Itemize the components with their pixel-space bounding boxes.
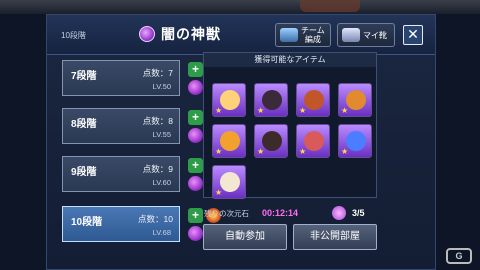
my-shoes-button[interactable]: マイ靴: [337, 23, 395, 47]
star-icon: ★: [299, 147, 307, 156]
current-tier-tag: 10段階: [61, 31, 86, 40]
rewards-box: 獲得可能なアイテム ★ ★ ★ ★ ★ ★ ★ ★ ★: [203, 52, 377, 199]
private-room-button[interactable]: 非公開部屋: [293, 224, 377, 250]
dark-element-icon: [188, 80, 203, 95]
panel-header: 10段階 闇の神獣 チーム 編成 マイ靴 ✕: [47, 15, 435, 55]
dark-element-icon: [188, 176, 203, 191]
tier-card[interactable]: 7段階 点数：7 LV.50: [62, 60, 180, 96]
add-party-icon[interactable]: +: [188, 158, 203, 173]
close-button[interactable]: ✕: [403, 25, 423, 45]
team-formation-button[interactable]: チーム 編成: [275, 23, 331, 47]
my-shoes-label: マイ靴: [363, 30, 387, 40]
reward-item[interactable]: ★: [212, 83, 246, 117]
reward-item[interactable]: ★: [254, 83, 288, 117]
top-decoration: [300, 0, 360, 12]
tier-name: 7段階: [71, 71, 97, 82]
dark-armor-icon: [262, 90, 282, 110]
dimension-stone-icon: [332, 206, 346, 220]
food-bowl-icon: [220, 131, 240, 151]
dark-element-icon: [188, 226, 203, 241]
rewards-grid: ★ ★ ★ ★ ★ ★ ★ ★ ★: [212, 83, 372, 199]
star-icon: ★: [257, 147, 265, 156]
dark-orb-icon: [139, 26, 155, 42]
character-icon: [220, 90, 240, 110]
tier-name: 8段階: [71, 119, 97, 130]
star-icon: ★: [257, 106, 265, 115]
star-icon: ★: [215, 147, 223, 156]
watermark-logo: G: [446, 248, 472, 264]
staff-icon: [304, 90, 324, 110]
tier-points: 点数：8: [142, 116, 173, 126]
tier-points: 点数：9: [142, 164, 173, 174]
add-party-icon[interactable]: +: [188, 62, 203, 77]
time-value: 00:12:14: [262, 208, 299, 218]
tier-level: LV.55: [152, 130, 171, 139]
tier-level: LV.60: [152, 178, 171, 187]
reward-item[interactable]: ★: [212, 165, 246, 199]
reward-item[interactable]: ★: [338, 83, 372, 117]
stone-count: 3/5: [352, 208, 365, 218]
page-title: 闇の神獣: [161, 26, 221, 42]
reward-item[interactable]: ★: [296, 124, 330, 158]
star-icon: ★: [215, 106, 223, 115]
reward-item[interactable]: ★: [254, 124, 288, 158]
pet-icon: [220, 172, 240, 192]
star-icon: ★: [341, 147, 349, 156]
star-icon: ★: [341, 106, 349, 115]
rewards-heading: 獲得可能なアイテム: [204, 53, 376, 67]
tier-points: 点数：7: [142, 68, 173, 78]
auto-join-button[interactable]: 自動参加: [203, 224, 287, 250]
tier-points: 点数：10: [138, 214, 173, 224]
tier-card[interactable]: 10段階 点数：10 LV.68: [62, 206, 180, 242]
dark-gauntlet-icon: [262, 131, 282, 151]
dark-element-icon: [188, 128, 203, 143]
star-icon: ★: [215, 188, 223, 197]
shoe-icon: [342, 28, 360, 42]
axe-icon: [346, 90, 366, 110]
tier-level: LV.50: [152, 82, 171, 91]
tier-card[interactable]: 9段階 点数：9 LV.60: [62, 156, 180, 192]
reward-item[interactable]: ★: [296, 83, 330, 117]
meat-icon: [304, 131, 324, 151]
tier-card[interactable]: 8段階 点数：8 LV.55: [62, 108, 180, 144]
tier-level: LV.68: [152, 228, 171, 237]
tier-name: 9段階: [71, 167, 97, 178]
team-formation-label: チーム 編成: [301, 26, 325, 44]
reward-item[interactable]: ★: [338, 124, 372, 158]
blue-flame-icon: [346, 131, 366, 151]
team-icon: [280, 28, 298, 42]
title-group: 闇の神獣: [139, 24, 221, 44]
star-icon: ★: [299, 106, 307, 115]
time-label: 残りの次元石: [204, 209, 249, 218]
add-party-icon[interactable]: +: [188, 110, 203, 125]
top-bar-background: [0, 0, 480, 14]
reward-item[interactable]: ★: [212, 124, 246, 158]
tier-name: 10段階: [71, 217, 103, 228]
add-party-icon[interactable]: +: [188, 208, 203, 223]
